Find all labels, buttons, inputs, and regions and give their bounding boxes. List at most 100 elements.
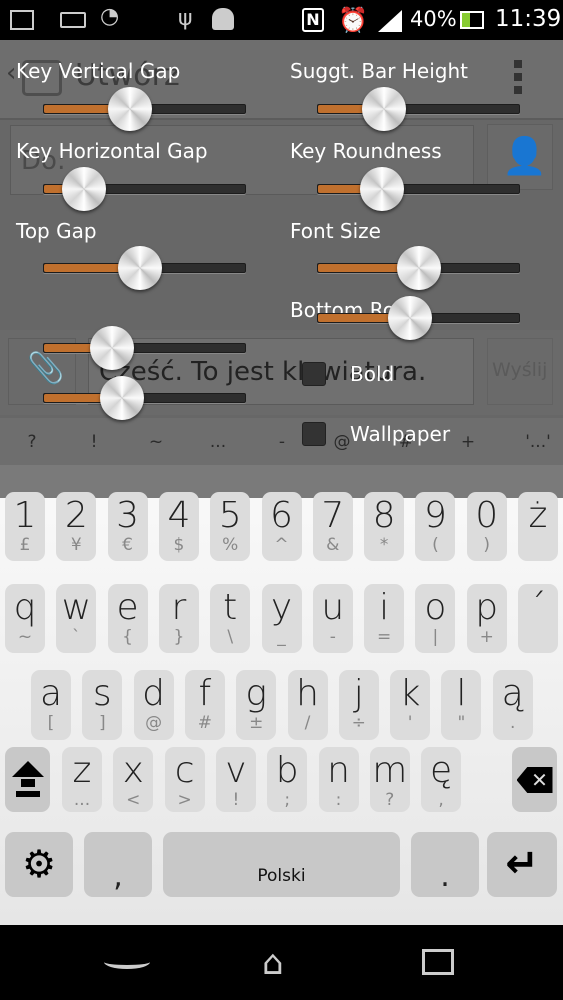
add-contact-button[interactable]: 👤 xyxy=(487,124,553,190)
key-main-char: 2 xyxy=(64,495,88,536)
home-icon[interactable]: ⌂ xyxy=(262,943,284,983)
key-alt-char: | xyxy=(432,627,439,647)
key-9[interactable]: 9( xyxy=(415,492,456,561)
suggestion-item[interactable]: ? xyxy=(12,432,52,452)
key-1[interactable]: 1 £ xyxy=(5,492,45,561)
slider-track[interactable] xyxy=(43,87,246,131)
key-alt-char: ± xyxy=(249,713,264,733)
key-p[interactable]: p + xyxy=(466,584,507,653)
key-main-char: ż xyxy=(528,495,548,536)
slider-track[interactable] xyxy=(43,376,246,420)
key-a[interactable]: a[ xyxy=(31,670,71,740)
add-contact-icon: 👤 xyxy=(502,136,547,177)
suggestion-item[interactable]: - xyxy=(262,432,302,452)
key-0[interactable]: 0) xyxy=(466,492,507,561)
slider-thumb[interactable] xyxy=(396,246,441,290)
key-r[interactable]: r} xyxy=(158,584,199,653)
key-b[interactable]: b; xyxy=(267,747,308,812)
bold-checkbox[interactable] xyxy=(302,362,326,386)
key-m[interactable]: m? xyxy=(369,747,410,812)
key-c[interactable]: c > xyxy=(164,747,205,812)
suggestion-item[interactable]: '...' xyxy=(518,432,558,452)
key-w[interactable]: w ` xyxy=(56,584,97,653)
key-alt-char: % xyxy=(222,535,239,555)
key-main-char: z xyxy=(72,750,92,791)
clock: 11:39 xyxy=(495,6,562,32)
suggestion-item[interactable]: ~ xyxy=(136,432,176,452)
key-3[interactable]: 3 € xyxy=(107,492,148,561)
key-alt-char: # xyxy=(197,713,213,733)
key-t[interactable]: t \ xyxy=(210,584,251,653)
slider-track[interactable] xyxy=(43,246,246,290)
key-ę[interactable]: ę, xyxy=(421,747,462,812)
enter-key[interactable]: ↵ xyxy=(487,832,557,897)
period-key[interactable]: . xyxy=(411,832,479,897)
key-main-char: m xyxy=(372,750,408,791)
slider-track[interactable] xyxy=(43,167,246,211)
key-k[interactable]: k ' xyxy=(390,670,431,740)
key-d[interactable]: d @ xyxy=(133,670,174,740)
slider-thumb[interactable] xyxy=(360,167,405,211)
key-main-char: u xyxy=(321,587,345,628)
key-main-char: q xyxy=(13,587,37,628)
overflow-menu-icon[interactable] xyxy=(514,60,522,94)
slider-track[interactable] xyxy=(317,87,520,131)
key-j[interactable]: j ÷ xyxy=(338,670,379,740)
key-main-char: y xyxy=(270,587,293,628)
key-o[interactable]: o | xyxy=(415,584,456,653)
key-6[interactable]: 6 ^ xyxy=(261,492,302,561)
key-alt-char: _ xyxy=(277,627,286,647)
key-7[interactable]: 7 & xyxy=(312,492,353,561)
enter-icon: ↵ xyxy=(505,841,539,887)
key-y[interactable]: y _ xyxy=(261,584,302,653)
key-alt-char: $ xyxy=(173,535,185,555)
key-alt-char: : xyxy=(335,790,342,810)
suggestion-item[interactable]: ... xyxy=(198,432,238,452)
key-n[interactable]: n: xyxy=(318,747,359,812)
send-button[interactable]: Wyślij xyxy=(487,338,553,405)
comma-key[interactable]: , xyxy=(84,832,152,897)
key-f[interactable]: f # xyxy=(184,670,225,740)
wallpaper-checkbox[interactable] xyxy=(302,422,326,446)
key-z[interactable]: z... xyxy=(62,747,102,812)
key-i[interactable]: i = xyxy=(364,584,405,653)
settings-key[interactable]: ⚙ xyxy=(5,832,73,897)
key-e[interactable]: e{ xyxy=(107,584,148,653)
slider-track[interactable] xyxy=(43,326,246,370)
slider-track[interactable] xyxy=(317,167,520,211)
key-´[interactable]: ´ xyxy=(518,584,558,653)
key-5[interactable]: 5% xyxy=(210,492,251,561)
key-ą[interactable]: ą. xyxy=(492,670,533,740)
suggestion-item[interactable]: + xyxy=(448,432,488,452)
slider-track[interactable] xyxy=(317,246,520,290)
slider-thumb[interactable] xyxy=(90,326,135,370)
keyboard-icon xyxy=(60,12,86,28)
key-g[interactable]: g ± xyxy=(236,670,277,740)
back-icon[interactable]: ‹ xyxy=(6,58,16,88)
key-4[interactable]: 4 $ xyxy=(158,492,199,561)
shift-key[interactable] xyxy=(5,747,50,812)
suggestion-item[interactable]: ! xyxy=(74,432,114,452)
key-l[interactable]: l " xyxy=(441,670,482,740)
key-h[interactable]: h / xyxy=(287,670,328,740)
recent-apps-icon[interactable] xyxy=(422,949,454,975)
key-main-char: j xyxy=(353,673,364,714)
key-v[interactable]: v! xyxy=(215,747,256,812)
key-alt-char: ... xyxy=(73,790,91,810)
key-u[interactable]: u- xyxy=(312,584,353,653)
key-q[interactable]: q ~ xyxy=(5,584,45,653)
key-alt-char: ) xyxy=(483,535,490,555)
backspace-key[interactable]: ✕ xyxy=(512,747,557,812)
key-2[interactable]: 2 ¥ xyxy=(56,492,97,561)
key-alt-char: = xyxy=(376,627,392,647)
key-8[interactable]: 8 * xyxy=(364,492,405,561)
key-alt-char: \ xyxy=(227,627,234,647)
space-key[interactable]: Polski xyxy=(163,832,400,897)
key-s[interactable]: s] xyxy=(82,670,123,740)
slider-thumb[interactable] xyxy=(62,167,107,211)
slider-track[interactable] xyxy=(317,296,520,340)
slider-thumb[interactable] xyxy=(362,87,407,131)
key-ż[interactable]: ż xyxy=(518,492,558,561)
back-nav-icon[interactable] xyxy=(104,955,150,969)
key-x[interactable]: x < xyxy=(113,747,154,812)
